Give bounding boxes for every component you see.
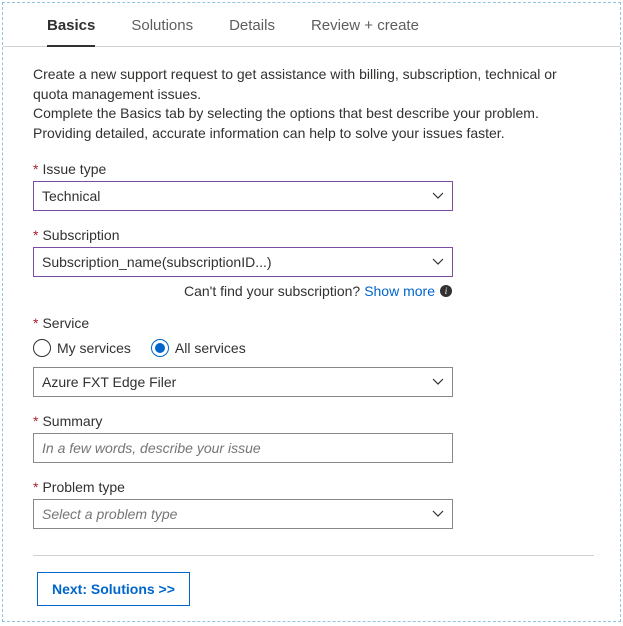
tab-bar: Basics Solutions Details Review + create [3,3,620,47]
service-radio-group: My services All services [33,339,594,357]
subscription-select[interactable]: Subscription_name(subscriptionID...) [33,247,453,277]
problem-type-select[interactable]: Select a problem type [33,499,453,529]
radio-all-services[interactable]: All services [151,339,246,357]
problem-type-label-text: Problem type [42,479,124,495]
subscription-value: Subscription_name(subscriptionID...) [42,254,272,270]
subscription-help-text: Can't find your subscription? [184,283,360,299]
support-request-panel: Basics Solutions Details Review + create… [2,2,621,622]
radio-circle-icon [33,339,51,357]
form-content: Create a new support request to get assi… [3,47,620,624]
radio-circle-selected-icon [151,339,169,357]
intro-line1: Create a new support request to get assi… [33,66,557,102]
required-marker: * [33,161,38,177]
problem-type-placeholder: Select a problem type [42,506,177,522]
tab-details[interactable]: Details [229,17,275,46]
tab-solutions[interactable]: Solutions [131,17,193,46]
summary-field: * Summary [33,413,594,463]
subscription-field: * Subscription Subscription_name(subscri… [33,227,594,299]
show-more-link[interactable]: Show more [364,283,435,299]
subscription-help: Can't find your subscription? Show more … [33,283,453,299]
intro-text: Create a new support request to get assi… [33,65,594,143]
issue-type-label-text: Issue type [42,161,106,177]
radio-all-services-label: All services [175,340,246,356]
service-value: Azure FXT Edge Filer [42,374,176,390]
subscription-label: * Subscription [33,227,594,243]
summary-label-text: Summary [42,413,102,429]
issue-type-select[interactable]: Technical [33,181,453,211]
issue-type-value: Technical [42,188,100,204]
tab-review[interactable]: Review + create [311,17,419,46]
required-marker: * [33,479,38,495]
service-label: * Service [33,315,594,331]
service-select[interactable]: Azure FXT Edge Filer [33,367,453,397]
problem-type-field: * Problem type Select a problem type [33,479,594,529]
chevron-down-icon [432,256,444,268]
info-icon[interactable]: i [439,284,453,298]
issue-type-field: * Issue type Technical [33,161,594,211]
problem-type-label: * Problem type [33,479,594,495]
subscription-label-text: Subscription [42,227,119,243]
summary-label: * Summary [33,413,594,429]
service-field: * Service My services All services Azure… [33,315,594,397]
next-solutions-button[interactable]: Next: Solutions >> [37,572,190,606]
intro-line2: Complete the Basics tab by selecting the… [33,105,539,141]
issue-type-label: * Issue type [33,161,594,177]
tab-basics[interactable]: Basics [47,17,95,46]
service-label-text: Service [42,315,89,331]
radio-my-services-label: My services [57,340,131,356]
required-marker: * [33,227,38,243]
chevron-down-icon [432,508,444,520]
required-marker: * [33,315,38,331]
chevron-down-icon [432,376,444,388]
summary-input[interactable] [33,433,453,463]
radio-my-services[interactable]: My services [33,339,131,357]
required-marker: * [33,413,38,429]
divider [33,555,594,556]
chevron-down-icon [432,190,444,202]
